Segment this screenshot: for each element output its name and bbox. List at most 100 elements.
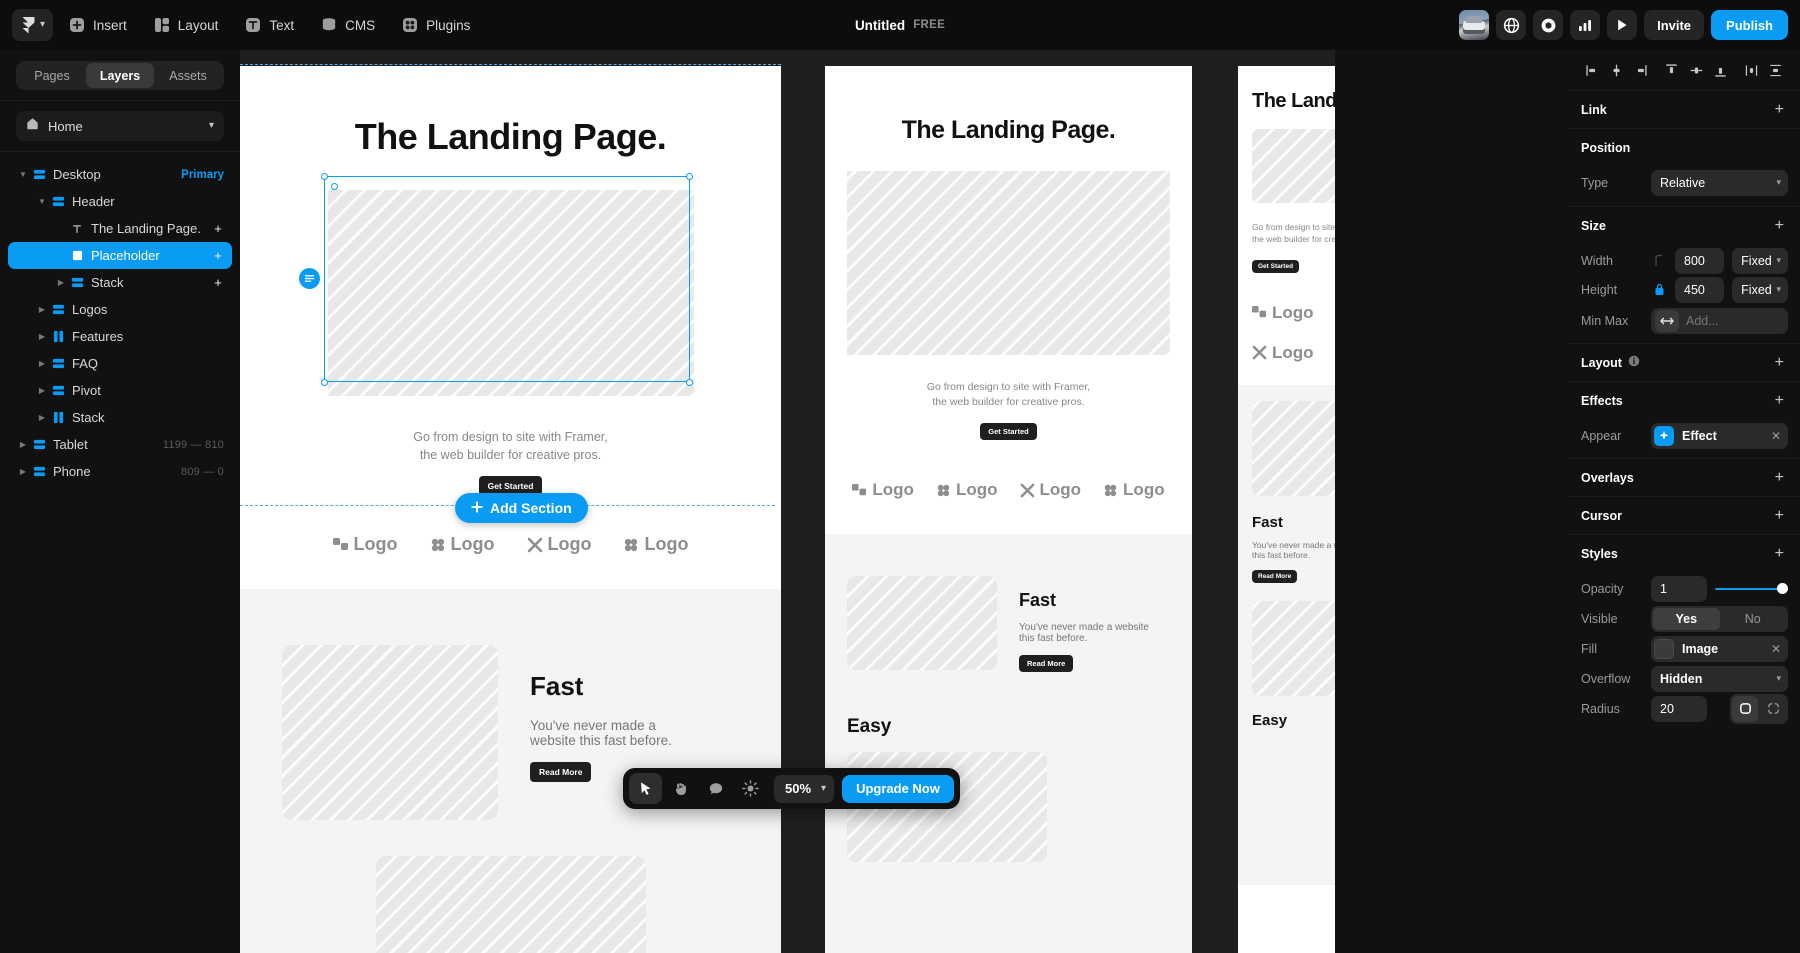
page-selector[interactable]: Home ▾ xyxy=(16,111,224,141)
layer-row-header[interactable]: ▼ Header xyxy=(8,188,232,215)
distribute-horizontal-icon[interactable] xyxy=(1739,57,1763,83)
zoom-selector[interactable]: 50% ▾ xyxy=(774,774,835,803)
layer-row-tablet[interactable]: ▶ Tablet 1199 — 810 xyxy=(8,431,232,458)
phone-cta-button[interactable]: Get Started xyxy=(1252,259,1300,273)
aspect-ratio-lock-icon[interactable] xyxy=(1651,283,1667,296)
add-overlay-button[interactable]: + xyxy=(1771,468,1788,488)
twisty-collapsed-icon[interactable]: ▶ xyxy=(35,413,49,422)
menu-layout[interactable]: Layout xyxy=(142,9,230,41)
menu-plugins[interactable]: Plugins xyxy=(390,9,481,41)
avatar[interactable] xyxy=(1459,10,1490,40)
twisty-collapsed-icon[interactable]: ▶ xyxy=(35,332,49,341)
twisty-collapsed-icon[interactable]: ▶ xyxy=(35,386,49,395)
tab-pages[interactable]: Pages xyxy=(18,63,86,88)
brightness-icon[interactable] xyxy=(734,773,767,804)
add-link-button[interactable]: + xyxy=(1771,100,1788,120)
layer-quick-menu-badge[interactable] xyxy=(299,268,320,289)
twisty-collapsed-icon[interactable]: ▶ xyxy=(35,305,49,314)
twisty-collapsed-icon[interactable]: ▶ xyxy=(16,467,30,476)
twisty-expanded-icon[interactable]: ▼ xyxy=(16,170,30,179)
hexagon-icon[interactable] xyxy=(1533,10,1564,40)
add-layer-button[interactable]: + xyxy=(212,248,224,263)
align-center-vertical-icon[interactable] xyxy=(1684,57,1708,83)
overflow-select[interactable]: Hidden ▾ xyxy=(1651,665,1788,692)
play-icon[interactable] xyxy=(1607,10,1638,40)
layer-row-the-landing-page[interactable]: The Landing Page. + xyxy=(8,215,232,242)
invite-button[interactable]: Invite xyxy=(1644,10,1705,40)
layer-row-features[interactable]: ▶ Features xyxy=(8,323,232,350)
hand-icon[interactable] xyxy=(664,773,697,804)
align-right-icon[interactable] xyxy=(1629,57,1653,83)
menu-insert[interactable]: Insert xyxy=(57,9,138,41)
layer-row-placeholder[interactable]: Placeholder + xyxy=(8,242,232,269)
phone-placeholder-image[interactable] xyxy=(1252,129,1335,203)
upgrade-now-button[interactable]: Upgrade Now xyxy=(842,774,954,803)
radius-individual-icon[interactable] xyxy=(1760,696,1786,722)
resize-handle-bl[interactable] xyxy=(321,379,328,386)
cursor-arrow-icon[interactable] xyxy=(629,773,662,804)
width-mode-select[interactable]: Fixed ▾ xyxy=(1732,247,1788,274)
align-bottom-icon[interactable] xyxy=(1708,57,1732,83)
add-effect-button[interactable]: + xyxy=(1771,391,1788,411)
desktop-feature-image-2[interactable] xyxy=(375,856,646,953)
close-icon[interactable]: ✕ xyxy=(1771,642,1781,656)
comment-icon[interactable] xyxy=(699,773,732,804)
layer-row-logos[interactable]: ▶ Logos xyxy=(8,296,232,323)
desktop-feature-image[interactable] xyxy=(282,645,498,821)
align-left-icon[interactable] xyxy=(1580,57,1604,83)
radius-input[interactable]: 20 xyxy=(1651,695,1707,722)
globe-icon[interactable] xyxy=(1496,10,1527,40)
add-layer-button[interactable]: + xyxy=(212,221,224,236)
visible-no-option[interactable]: No xyxy=(1720,608,1787,630)
frame-tablet[interactable]: The Landing Page. Go from design to site… xyxy=(825,66,1192,953)
twisty-collapsed-icon[interactable]: ▶ xyxy=(16,440,30,449)
layer-row-faq[interactable]: ▶ FAQ xyxy=(8,350,232,377)
twisty-collapsed-icon[interactable]: ▶ xyxy=(54,278,68,287)
add-cursor-button[interactable]: + xyxy=(1771,506,1788,526)
height-mode-select[interactable]: Fixed ▾ xyxy=(1732,276,1788,303)
fill-control[interactable]: Image ✕ xyxy=(1651,635,1788,662)
tablet-cta-button[interactable]: Get Started xyxy=(980,423,1037,441)
minmax-input[interactable]: Add... xyxy=(1651,307,1788,334)
radius-uniform-icon[interactable] xyxy=(1732,695,1758,722)
position-type-select[interactable]: Relative ▾ xyxy=(1651,169,1788,196)
width-input[interactable]: 800 xyxy=(1675,247,1725,274)
analytics-bars-icon[interactable] xyxy=(1570,10,1601,40)
phone-feature-image[interactable] xyxy=(1252,400,1335,496)
info-icon[interactable] xyxy=(1628,355,1640,370)
framer-logo-button[interactable]: ▾ xyxy=(12,9,54,41)
phone-read-more-button[interactable]: Read More xyxy=(1252,569,1298,583)
design-canvas[interactable]: The Landing Page. Go from design to site… xyxy=(240,50,1335,953)
resize-handle-br[interactable] xyxy=(686,379,693,386)
tablet-placeholder-image[interactable] xyxy=(847,171,1170,355)
rotation-handle[interactable] xyxy=(331,183,338,190)
menu-text[interactable]: Text xyxy=(233,9,305,41)
layer-row-stack[interactable]: ▶ Stack xyxy=(8,404,232,431)
tablet-read-more-button[interactable]: Read More xyxy=(1019,655,1074,673)
tab-layers[interactable]: Layers xyxy=(86,63,154,88)
align-top-icon[interactable] xyxy=(1660,57,1684,83)
phone-feature-image-2[interactable] xyxy=(1252,600,1335,696)
height-input[interactable]: 450 xyxy=(1675,276,1725,303)
add-section-button[interactable]: Add Section xyxy=(455,493,588,523)
add-layout-button[interactable]: + xyxy=(1771,353,1788,373)
appear-effect-chip[interactable]: Effect ✕ xyxy=(1651,422,1788,449)
distribute-vertical-icon[interactable] xyxy=(1764,57,1788,83)
opacity-slider-knob[interactable] xyxy=(1777,583,1788,594)
add-layer-button[interactable]: + xyxy=(212,275,224,290)
tablet-feature-image[interactable] xyxy=(847,576,997,671)
layer-row-desktop[interactable]: ▼ Desktop Primary xyxy=(8,161,232,188)
close-icon[interactable]: ✕ xyxy=(1771,429,1781,443)
publish-button[interactable]: Publish xyxy=(1711,10,1788,40)
resize-handle-tr[interactable] xyxy=(686,173,693,180)
menu-cms[interactable]: CMS xyxy=(309,9,386,41)
frame-phone[interactable]: The Landing Page. Go from design to site… xyxy=(1238,66,1335,953)
opacity-slider[interactable] xyxy=(1715,576,1788,602)
resize-handle-tl[interactable] xyxy=(321,173,328,180)
add-style-button[interactable]: + xyxy=(1771,544,1788,564)
layer-row-phone[interactable]: ▶ Phone 809 — 0 xyxy=(8,458,232,485)
layer-row-pivot[interactable]: ▶ Pivot xyxy=(8,377,232,404)
fill-color-swatch[interactable] xyxy=(1654,638,1674,659)
desktop-read-more-button[interactable]: Read More xyxy=(530,762,592,783)
visible-yes-option[interactable]: Yes xyxy=(1653,607,1720,630)
